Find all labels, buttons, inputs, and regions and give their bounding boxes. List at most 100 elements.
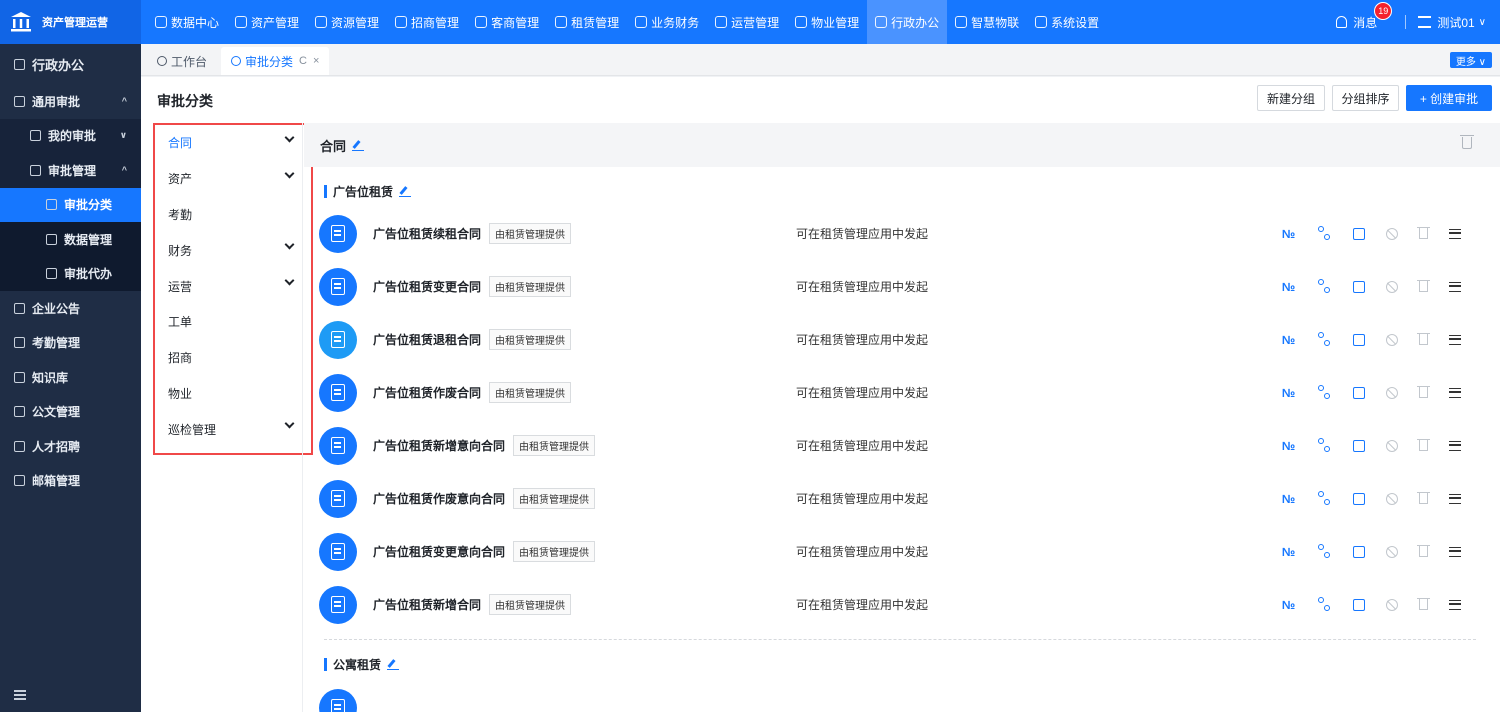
workflow-icon[interactable] xyxy=(1317,385,1332,400)
trash-icon[interactable] xyxy=(1417,492,1430,504)
sidebar-item[interactable]: 审批代办 xyxy=(0,256,141,291)
disable-icon[interactable] xyxy=(1386,545,1398,558)
approval-row[interactable]: 广告位租赁作废意向合同 由租赁管理提供 可在租赁管理应用中发起 № xyxy=(319,472,1479,525)
numbering-icon[interactable]: № xyxy=(1281,332,1296,347)
chevron-down-icon[interactable] xyxy=(284,132,295,143)
workflow-icon[interactable] xyxy=(1317,332,1332,347)
trash-icon[interactable] xyxy=(1417,386,1430,398)
sidebar-item[interactable]: 邮箱管理 xyxy=(0,464,141,499)
workflow-icon[interactable] xyxy=(1317,438,1332,453)
tab-workbench[interactable]: 工作台 xyxy=(147,47,217,75)
edit-icon[interactable] xyxy=(1353,492,1365,505)
trash-icon[interactable] xyxy=(1417,598,1430,610)
sidebar-item[interactable]: 审批管理 ^ xyxy=(0,153,141,188)
workflow-icon[interactable] xyxy=(1317,279,1332,294)
trash-icon[interactable] xyxy=(1417,333,1430,345)
trash-icon[interactable] xyxy=(1417,227,1430,239)
category-item[interactable]: 运营 xyxy=(155,268,311,304)
approval-row[interactable]: 广告位租赁变更合同 由租赁管理提供 可在租赁管理应用中发起 № xyxy=(319,260,1479,313)
nav-item[interactable]: 资产管理 xyxy=(227,0,307,44)
nav-item[interactable]: 系统设置 xyxy=(1027,0,1107,44)
numbering-icon[interactable]: № xyxy=(1281,385,1296,400)
edit-icon[interactable] xyxy=(1353,386,1365,399)
drag-handle-icon[interactable] xyxy=(1449,493,1461,504)
sidebar-item[interactable]: 人才招聘 xyxy=(0,429,141,464)
refresh-icon[interactable]: C xyxy=(299,55,307,67)
nav-item[interactable]: 智慧物联 xyxy=(947,0,1027,44)
new-group-button[interactable]: 新建分组 xyxy=(1257,85,1325,111)
brand[interactable]: 资产管理运营 xyxy=(0,0,141,44)
category-item[interactable]: 工单 xyxy=(155,304,311,340)
drag-handle-icon[interactable] xyxy=(1449,334,1461,345)
disable-icon[interactable] xyxy=(1386,492,1398,505)
sidebar-item[interactable]: 企业公告 xyxy=(0,291,141,326)
trash-icon[interactable] xyxy=(1460,135,1474,149)
category-item[interactable]: 招商 xyxy=(155,340,311,376)
nav-item[interactable]: 数据中心 xyxy=(147,0,227,44)
edit-icon[interactable] xyxy=(1353,545,1365,558)
nav-item[interactable]: 行政办公 xyxy=(867,0,948,44)
drag-handle-icon[interactable] xyxy=(1449,599,1461,610)
sort-group-button[interactable]: 分组排序 xyxy=(1332,85,1399,111)
nav-item[interactable]: 运营管理 xyxy=(707,0,787,44)
sidebar-item[interactable]: 考勤管理 xyxy=(0,326,141,361)
numbering-icon[interactable]: № xyxy=(1281,226,1296,241)
trash-icon[interactable] xyxy=(1417,545,1430,557)
approval-row[interactable]: 广告位租赁作废合同 由租赁管理提供 可在租赁管理应用中发起 № xyxy=(319,366,1479,419)
edit-icon[interactable] xyxy=(1353,439,1365,452)
category-item[interactable]: 考勤 xyxy=(155,197,311,233)
workflow-icon[interactable] xyxy=(1317,491,1332,506)
edit-icon[interactable] xyxy=(352,139,365,151)
numbering-icon[interactable]: № xyxy=(1281,491,1296,506)
trash-icon[interactable] xyxy=(1417,439,1430,451)
approval-row[interactable]: 广告位租赁新增意向合同 由租赁管理提供 可在租赁管理应用中发起 № xyxy=(319,419,1479,472)
chevron-down-icon[interactable] xyxy=(284,239,295,250)
nav-item[interactable]: 物业管理 xyxy=(787,0,867,44)
disable-icon[interactable] xyxy=(1386,227,1398,240)
drag-handle-icon[interactable] xyxy=(1449,228,1461,239)
sidebar-item[interactable]: 知识库 xyxy=(0,360,141,395)
user-menu[interactable]: 测试01 ∨ xyxy=(1418,14,1486,31)
numbering-icon[interactable]: № xyxy=(1281,438,1296,453)
disable-icon[interactable] xyxy=(1386,439,1398,452)
sidebar-item[interactable]: 审批分类 xyxy=(0,187,141,222)
create-approval-button[interactable]: + 创建审批 xyxy=(1406,85,1492,111)
edit-icon[interactable] xyxy=(399,185,412,197)
numbering-icon[interactable]: № xyxy=(1281,597,1296,612)
drag-handle-icon[interactable] xyxy=(1449,281,1461,292)
category-item[interactable]: 巡检管理 xyxy=(155,411,311,447)
list-item-partial[interactable] xyxy=(319,681,1479,712)
numbering-icon[interactable]: № xyxy=(1281,279,1296,294)
category-item[interactable]: 资产 xyxy=(155,161,311,197)
nav-item[interactable]: 资源管理 xyxy=(307,0,387,44)
category-item[interactable]: 财务 xyxy=(155,232,311,268)
drag-handle-icon[interactable] xyxy=(1449,387,1461,398)
tab-approval-category[interactable]: 审批分类 C × xyxy=(221,47,330,75)
workflow-icon[interactable] xyxy=(1317,226,1332,241)
approval-row[interactable]: 广告位租赁续租合同 由租赁管理提供 可在租赁管理应用中发起 № xyxy=(319,207,1479,260)
disable-icon[interactable] xyxy=(1386,280,1398,293)
collapse-menu-icon[interactable] xyxy=(14,690,26,700)
edit-icon[interactable] xyxy=(1353,227,1365,240)
disable-icon[interactable] xyxy=(1386,598,1398,611)
drag-handle-icon[interactable] xyxy=(1449,546,1461,557)
close-icon[interactable]: × xyxy=(313,55,319,67)
chevron-down-icon[interactable] xyxy=(284,168,295,179)
sidebar-item[interactable]: 通用审批 ^ xyxy=(0,84,141,119)
approval-row[interactable]: 广告位租赁退租合同 由租赁管理提供 可在租赁管理应用中发起 № xyxy=(319,313,1479,366)
nav-item[interactable]: 业务财务 xyxy=(627,0,707,44)
edit-icon[interactable] xyxy=(1353,333,1365,346)
messages-button[interactable]: 消息 19 xyxy=(1336,1,1393,31)
numbering-icon[interactable]: № xyxy=(1281,544,1296,559)
sidebar-item[interactable]: 数据管理 xyxy=(0,222,141,257)
edit-icon[interactable] xyxy=(1353,280,1365,293)
approval-row[interactable]: 广告位租赁变更意向合同 由租赁管理提供 可在租赁管理应用中发起 № xyxy=(319,525,1479,578)
category-item[interactable]: 合同 xyxy=(155,125,311,161)
nav-item[interactable]: 租赁管理 xyxy=(547,0,627,44)
chevron-down-icon[interactable] xyxy=(284,275,295,286)
sidebar-item[interactable]: 我的审批 ∨ xyxy=(0,118,141,153)
nav-item[interactable]: 招商管理 xyxy=(387,0,467,44)
approval-row[interactable]: 广告位租赁新增合同 由租赁管理提供 可在租赁管理应用中发起 № xyxy=(319,578,1479,631)
workflow-icon[interactable] xyxy=(1317,544,1332,559)
edit-icon[interactable] xyxy=(387,658,400,670)
